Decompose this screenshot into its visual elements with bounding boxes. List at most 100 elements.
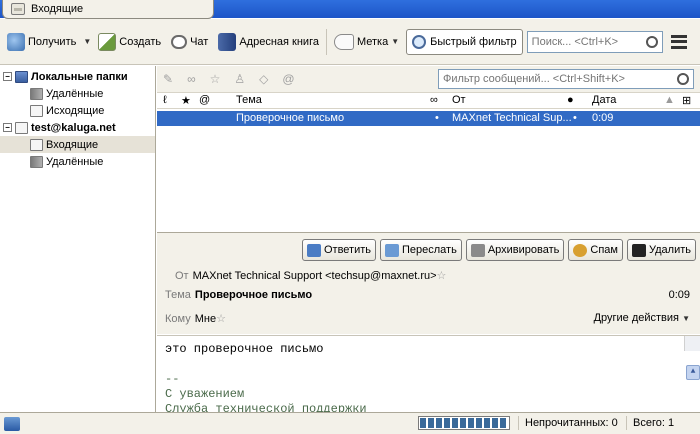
- body-line: [165, 357, 692, 372]
- delete-label: Удалить: [649, 244, 691, 256]
- address-book-label: Адресная книга: [239, 35, 319, 48]
- body-line: это проверочное письмо: [165, 342, 324, 356]
- folder-local-trash[interactable]: Удалённые: [0, 85, 155, 102]
- column-date[interactable]: Дата: [592, 94, 616, 106]
- folder-label: Удалённые: [46, 155, 104, 168]
- thread-column-icon[interactable]: ℓ: [163, 94, 167, 106]
- folder-account-label: test@kaluga.net: [31, 121, 116, 134]
- folder-pane: − Локальные папки Удалённые Исходящие − …: [0, 66, 156, 412]
- add-contact-star-icon[interactable]: ☆: [437, 270, 447, 282]
- forward-label: Переслать: [402, 244, 457, 256]
- progress-bar: [418, 416, 510, 430]
- from-value[interactable]: MAXnet Technical Support <techsup@maxnet…: [193, 270, 437, 282]
- archive-button[interactable]: Архивировать: [465, 239, 565, 261]
- search-icon[interactable]: [645, 35, 658, 48]
- toolbar-separator: [325, 28, 327, 55]
- collapse-icon[interactable]: −: [3, 123, 12, 132]
- folder-account-inbox[interactable]: Входящие: [0, 136, 155, 153]
- tab-bar: Входящие: [0, 0, 700, 19]
- collapse-icon[interactable]: −: [3, 72, 12, 81]
- read-dot-icon[interactable]: •: [435, 112, 439, 124]
- address-book-button[interactable]: Адресная книга: [215, 30, 322, 54]
- message-actions: Ответить Переслать Архивировать Спам Уда…: [301, 239, 696, 261]
- message-list-pane: ✎ ∞ ☆ ♙ ◇ @ ℓ ★ @ Тема ∞ От ● Дата ▲ ⊞ П…: [157, 66, 700, 232]
- compose-button[interactable]: Создать: [95, 30, 164, 54]
- column-picker-icon[interactable]: ⊞: [682, 94, 691, 107]
- trash-icon: [30, 87, 43, 100]
- reply-icon: [306, 243, 321, 257]
- folder-account-trash[interactable]: Удалённые: [0, 153, 155, 170]
- add-contact-star-icon[interactable]: ☆: [216, 313, 226, 325]
- folder-local[interactable]: − Локальные папки: [0, 68, 155, 85]
- contact-filter-icon[interactable]: ♙: [234, 72, 245, 86]
- spam-button[interactable]: Спам: [568, 239, 623, 261]
- pin-icon[interactable]: ✎: [163, 72, 173, 86]
- trash-icon: [30, 155, 43, 168]
- status-bar: Непрочитанных: 0 Всего: 1: [0, 412, 700, 434]
- spam-label: Спам: [590, 244, 618, 256]
- menu-icon: [670, 34, 687, 38]
- local-folders-icon: [15, 70, 28, 83]
- column-subject[interactable]: Тема: [236, 94, 262, 106]
- read-column-icon[interactable]: ∞: [430, 94, 438, 106]
- tag-label: Метка: [356, 35, 389, 48]
- star-column-icon[interactable]: ★: [181, 94, 191, 107]
- sort-ascending-icon[interactable]: ▲: [664, 94, 675, 106]
- outbox-icon: [30, 104, 43, 117]
- message-filter-input[interactable]: [443, 73, 663, 85]
- tag-button[interactable]: Метка ▼: [331, 30, 402, 54]
- column-from[interactable]: От: [452, 94, 466, 106]
- quick-filter-button[interactable]: Быстрый фильтр: [406, 28, 523, 55]
- delete-button[interactable]: Удалить: [627, 239, 696, 261]
- folder-label: Удалённые: [46, 87, 104, 100]
- inbox-icon: [30, 138, 43, 151]
- get-messages-dropdown-icon[interactable]: ▼: [83, 37, 91, 46]
- forward-button[interactable]: Переслать: [380, 239, 462, 261]
- message-header: Ответить Переслать Архивировать Спам Уда…: [157, 232, 700, 334]
- tab-label: Входящие: [31, 3, 84, 15]
- online-status-icon[interactable]: [4, 416, 20, 431]
- subject-label: Тема: [165, 289, 191, 301]
- get-mail-icon: [7, 32, 25, 51]
- attachment-filter-icon[interactable]: @: [282, 72, 294, 86]
- main-toolbar: Получить ▼ Создать Чат Адресная книга Ме…: [0, 19, 700, 65]
- body-scrollbar[interactable]: ▲: [684, 336, 700, 380]
- app-menu-button[interactable]: [670, 34, 687, 49]
- starred-filter-icon[interactable]: ☆: [210, 72, 221, 86]
- message-body[interactable]: это проверочное письмо -- С уважением Сл…: [157, 335, 700, 412]
- signature-line: --: [165, 372, 180, 386]
- junk-column-icon[interactable]: ●: [567, 94, 574, 106]
- reply-button[interactable]: Ответить: [301, 239, 376, 261]
- signature-line: С уважением: [165, 387, 245, 401]
- delete-icon: [632, 243, 646, 257]
- table-row[interactable]: Проверочное письмо • MAXnet Technical Su…: [157, 111, 700, 126]
- to-label: Кому: [165, 313, 191, 325]
- progress-fill: [420, 418, 508, 428]
- search-input[interactable]: [531, 35, 632, 48]
- folder-local-label: Локальные папки: [31, 70, 128, 83]
- get-messages-label: Получить: [28, 35, 77, 48]
- address-book-icon: [218, 32, 237, 51]
- search-icon[interactable]: [677, 73, 689, 85]
- scroll-up-icon[interactable]: ▲: [686, 365, 700, 380]
- to-value[interactable]: Мне: [195, 313, 216, 325]
- other-actions-label: Другие действия: [593, 312, 680, 324]
- inbox-icon: [11, 3, 25, 15]
- message-filter-box[interactable]: [438, 69, 694, 89]
- folder-local-outbox[interactable]: Исходящие: [0, 102, 155, 119]
- tag-filter-icon[interactable]: ◇: [259, 72, 268, 86]
- chat-button[interactable]: Чат: [168, 30, 211, 54]
- row-date: 0:09: [592, 112, 614, 124]
- total-count: Всего: 1: [626, 416, 680, 430]
- tab-inbox[interactable]: Входящие: [2, 0, 214, 19]
- unread-filter-icon[interactable]: ∞: [187, 72, 196, 86]
- search-box[interactable]: [526, 30, 663, 53]
- junk-dot-icon[interactable]: •: [573, 112, 577, 124]
- other-actions-button[interactable]: Другие действия ▼: [594, 312, 690, 324]
- folder-account[interactable]: − test@kaluga.net: [0, 119, 155, 136]
- attachment-column-icon[interactable]: @: [199, 94, 210, 106]
- account-icon: [15, 121, 28, 134]
- get-messages-button[interactable]: Получить: [4, 30, 79, 54]
- subject-line: Тема Проверочное письмо: [165, 289, 312, 301]
- signature-line: Служба технической поддержки: [165, 402, 367, 412]
